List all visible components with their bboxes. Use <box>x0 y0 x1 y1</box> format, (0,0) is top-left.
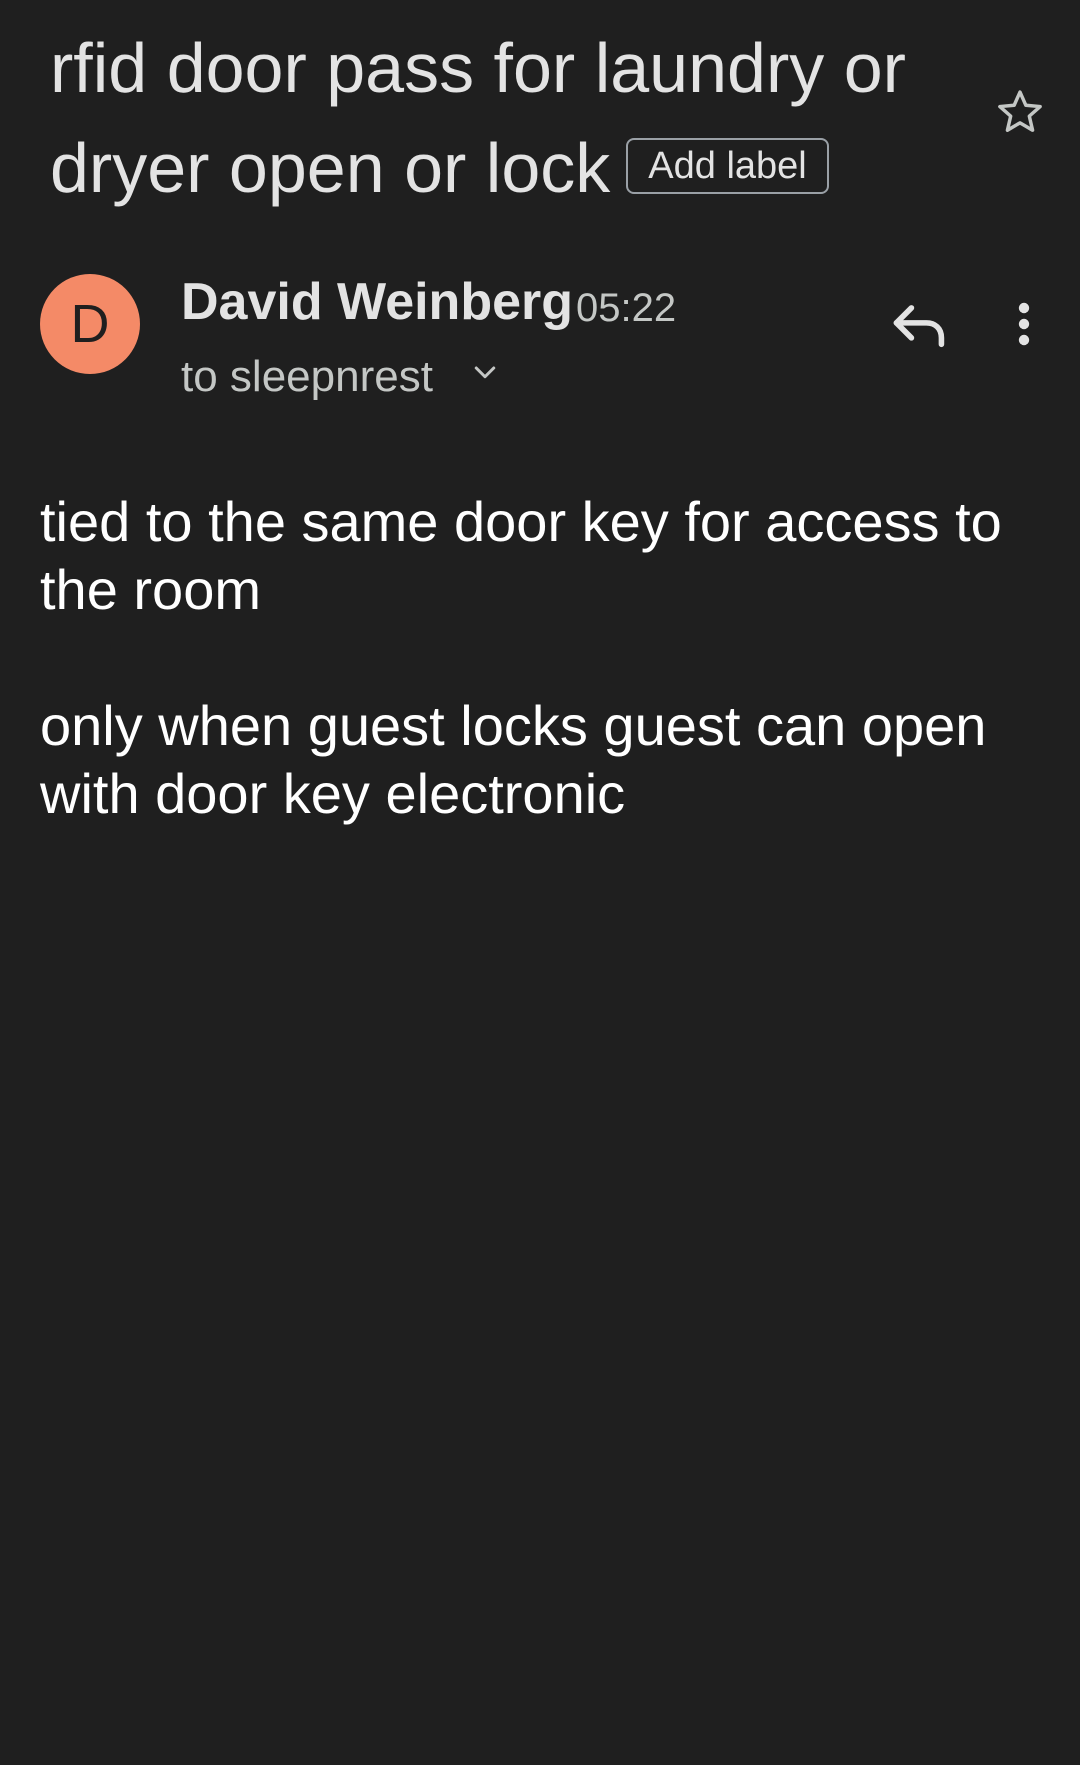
subject-line-2-text: dryer open or lock <box>50 129 611 207</box>
star-icon[interactable] <box>994 86 1046 138</box>
email-body: tied to the same door key for access to … <box>40 488 1050 896</box>
sent-time: 05:22 <box>576 286 677 330</box>
chevron-down-icon[interactable] <box>470 358 500 388</box>
recipient-line[interactable]: to sleepnrest <box>181 347 433 407</box>
subject-line-1: rfid door pass for laundry or <box>50 29 906 107</box>
avatar[interactable]: D <box>40 274 140 374</box>
body-paragraph: tied to the same door key for access to … <box>40 490 1002 621</box>
body-paragraph: only when guest locks guest can open wit… <box>40 694 987 825</box>
more-vertical-icon[interactable] <box>1004 300 1044 348</box>
sender-name[interactable]: David Weinberg <box>181 268 573 336</box>
add-label-button[interactable]: Add label <box>626 137 829 194</box>
reply-icon[interactable] <box>890 298 950 352</box>
subject-line-2: dryer open or lock Add label <box>50 118 970 218</box>
email-subject: rfid door pass for laundry or dryer open… <box>50 18 970 218</box>
